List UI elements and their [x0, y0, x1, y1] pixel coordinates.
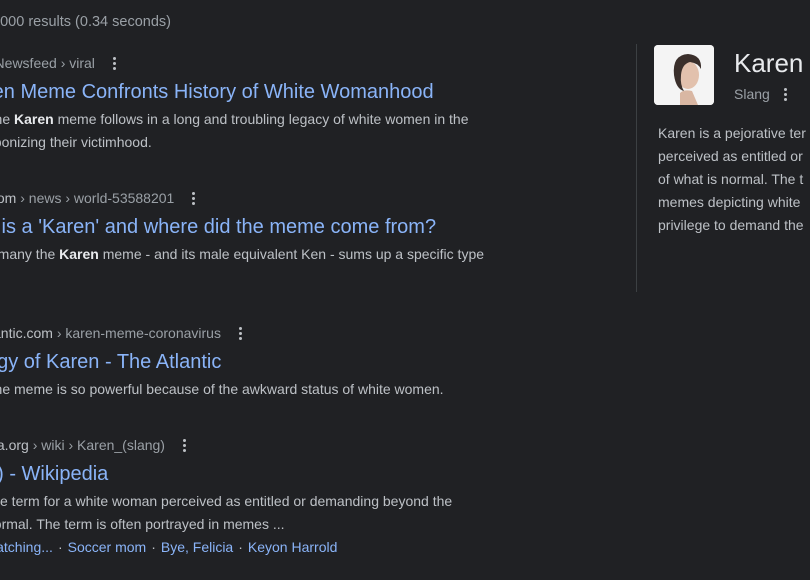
search-result: .com › news › world-53588201 y is a 'Kar… [0, 187, 546, 289]
more-options-icon[interactable] [238, 326, 242, 340]
more-options-icon[interactable] [112, 56, 116, 70]
result-snippet: tive term for a white woman perceived as… [0, 490, 546, 536]
portrait-icon [654, 45, 714, 105]
sitelink[interactable]: Soccer mom [68, 539, 147, 555]
search-result: › Newsfeed › viral ren Meme Confronts Hi… [0, 52, 546, 154]
result-citation[interactable]: dia.org › wiki › Karen_(slang) [0, 434, 546, 456]
result-citation[interactable]: tlantic.com › karen-meme-coronavirus [0, 322, 546, 344]
result-path: › Newsfeed › viral [0, 55, 95, 71]
search-result: tlantic.com › karen-meme-coronavirus ogy… [0, 322, 546, 401]
more-options-icon[interactable] [783, 87, 787, 101]
knowledge-panel-title: Karen [734, 48, 804, 78]
result-sitelinks: watching...·Soccer mom·Bye, Felicia·Keyo… [0, 536, 546, 559]
snippet-line: normal. The term is often portrayed in m… [0, 516, 285, 532]
description-line: privilege to demand the [658, 217, 804, 233]
result-citation[interactable]: › Newsfeed › viral [0, 52, 546, 74]
description-line: memes depicting white [658, 194, 801, 210]
sitelink[interactable]: Keyon Harrold [248, 539, 338, 555]
knowledge-panel-category: Slang [734, 86, 770, 102]
result-snippet: The Karen meme follows in a long and tro… [0, 108, 546, 154]
snippet-line: . [0, 266, 546, 289]
knowledge-panel-image[interactable] [654, 45, 714, 105]
result-title-link[interactable]: y is a 'Karen' and where did the meme co… [0, 214, 546, 240]
result-title-link[interactable]: g) - Wikipedia [0, 461, 546, 487]
result-domain: tlantic.com [0, 325, 53, 341]
results-stats: 0,000 results (0.34 seconds) [0, 14, 171, 30]
result-title-link[interactable]: ogy of Karen - The Atlantic [0, 349, 546, 375]
description-line: Karen is a pejorative ter [658, 125, 806, 141]
sitelink[interactable]: Bye, Felicia [161, 539, 233, 555]
result-path: › news › world-53588201 [20, 190, 175, 206]
search-result: dia.org › wiki › Karen_(slang) g) - Wiki… [0, 434, 546, 559]
more-options-icon[interactable] [192, 191, 196, 205]
snippet-line: The Karen meme follows in a long and tro… [0, 111, 469, 127]
knowledge-panel-description: Karen is a pejorative ter perceived as e… [658, 122, 810, 237]
description-line: of what is normal. The t [658, 171, 804, 187]
panel-divider [636, 44, 637, 292]
result-snippet: The meme is so powerful because of the a… [0, 378, 546, 401]
knowledge-panel-subtitle: Slang [734, 86, 787, 102]
more-options-icon[interactable] [182, 438, 186, 452]
result-title-link[interactable]: ren Meme Confronts History of White Woma… [0, 79, 546, 105]
result-domain: .com [0, 190, 17, 206]
snippet-line: tive term for a white woman perceived as… [0, 493, 453, 509]
result-citation[interactable]: .com › news › world-53588201 [0, 187, 546, 209]
description-line: perceived as entitled or [658, 148, 803, 164]
result-domain: dia.org [0, 437, 29, 453]
sitelink[interactable]: watching... [0, 539, 53, 555]
result-path: › wiki › Karen_(slang) [32, 437, 165, 453]
snippet-line: aponizing their victimhood. [0, 134, 152, 150]
snippet-line: The meme is so powerful because of the a… [0, 381, 444, 397]
result-path: › karen-meme-coronavirus [56, 325, 221, 341]
snippet-line: o many the Karen meme - and its male equ… [0, 246, 485, 262]
result-snippet: o many the Karen meme - and its male equ… [0, 243, 546, 289]
